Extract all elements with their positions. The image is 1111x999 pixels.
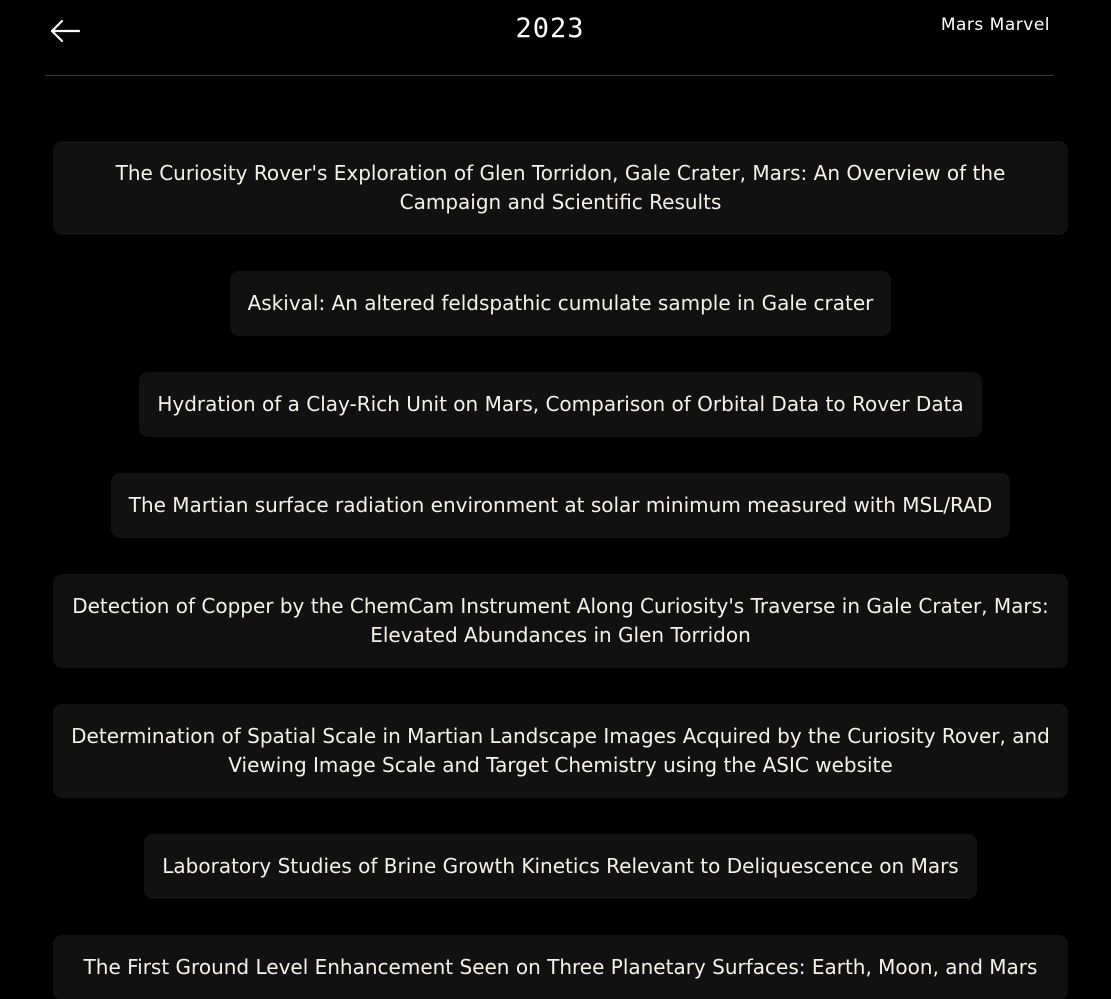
paper-card[interactable]: Detection of Copper by the ChemCam Instr… [53,574,1068,668]
paper-card[interactable]: The Martian surface radiation environmen… [110,473,1011,538]
paper-card[interactable]: Askival: An altered feldspathic cumulate… [229,271,892,336]
paper-card[interactable]: Hydration of a Clay-Rich Unit on Mars, C… [139,372,982,437]
paper-card[interactable]: The First Ground Level Enhancement Seen … [53,935,1068,999]
back-button[interactable] [48,16,82,46]
paper-card[interactable]: Laboratory Studies of Brine Growth Kinet… [144,834,977,899]
paper-card[interactable]: The Curiosity Rover's Exploration of Gle… [53,141,1068,235]
arrow-left-icon [50,19,81,43]
page-header: 2023 Mars Marvel [46,0,1054,76]
brand-link[interactable]: Mars Marvel [941,15,1050,35]
paper-list: The Curiosity Rover's Exploration of Gle… [53,141,1068,999]
page-title: 2023 [515,13,585,44]
paper-card[interactable]: Determination of Spatial Scale in Martia… [53,704,1068,798]
